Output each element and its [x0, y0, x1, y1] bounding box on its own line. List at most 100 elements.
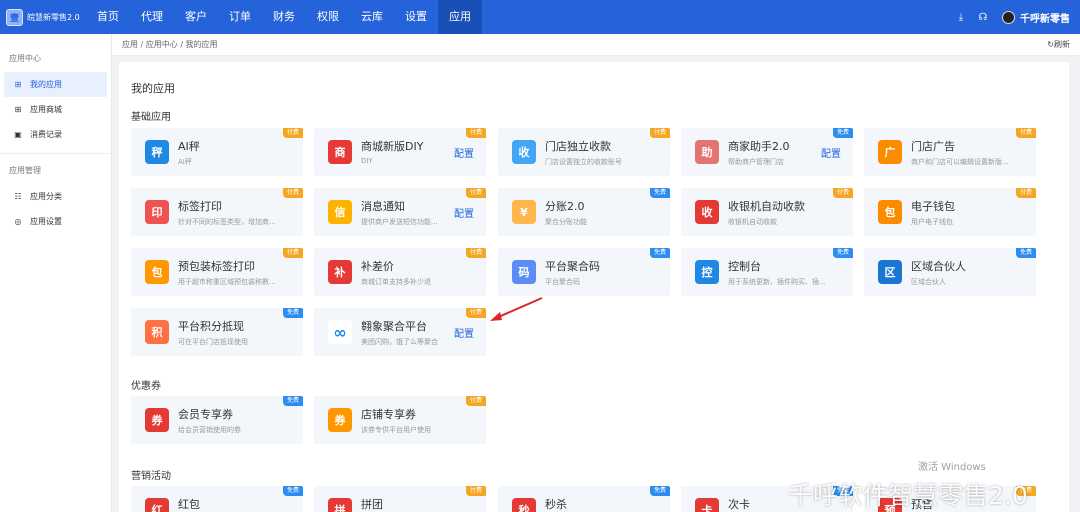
app-card[interactable]: 积平台积分抵现 可在平台门店抵现使用 免费 — [131, 308, 303, 356]
free-badge: 免费 — [1015, 248, 1036, 258]
app-card[interactable]: 拼拼团 付费 — [314, 486, 486, 512]
app-name: 翱象聚合平台 — [361, 320, 427, 333]
paid-badge: 付费 — [465, 396, 486, 406]
app-icon: 积 — [145, 320, 169, 344]
app-card[interactable]: 助商家助手2.0 帮助商户管理门店 配置 免费 — [681, 128, 853, 176]
app-card[interactable]: 秤 AI秤 AI秤 付费 — [131, 128, 303, 176]
app-card[interactable]: 印标签打印 针对不同的标签类型，增加商... 付费 — [131, 188, 303, 236]
watermark: 千呼软件智慧零售2.0 — [788, 481, 1028, 510]
app-name: 秒杀 — [545, 498, 567, 511]
app-name: 收银机自动收款 — [728, 200, 805, 213]
nav-item[interactable]: 应用 — [438, 0, 482, 34]
app-name: 平台聚合码 — [545, 260, 600, 273]
app-description: 聚合分账功能 — [545, 218, 587, 226]
sidebar-item-label: 应用商城 — [30, 105, 62, 114]
app-card[interactable]: 补补差价 商城订单支持多补少退 付费 — [314, 248, 486, 296]
app-description: 用于超市称重区域预包装称數... — [178, 278, 276, 286]
nav-item[interactable]: 设置 — [394, 0, 438, 34]
app-description: 收银机自动收款 — [728, 218, 777, 226]
free-badge: 免费 — [282, 308, 303, 318]
app-card[interactable]: 控控制台 用于系统更新、插件购买、插... 免费 — [681, 248, 853, 296]
app-icon: 补 — [328, 260, 352, 284]
section-marketing: 营销活动 — [131, 471, 171, 482]
app-card[interactable]: 区区域合伙人 区域合伙人 免费 — [864, 248, 1036, 296]
app-name: 红包 — [178, 498, 200, 511]
paid-badge: 付费 — [465, 128, 486, 138]
app-name: 拼团 — [361, 498, 383, 511]
app-card[interactable]: 红红包 免费 — [131, 486, 303, 512]
config-link[interactable]: 配置 — [454, 145, 474, 160]
grid-icon: ⊞ — [14, 80, 22, 89]
avatar[interactable] — [1002, 10, 1015, 24]
app-card[interactable]: 收门店独立收款 门店设置独立的收款账号 付费 — [498, 128, 670, 176]
app-icon: ¥ — [512, 200, 536, 224]
app-card[interactable]: 广门店广告 商户和门店可以编辑设置新版... 付费 — [864, 128, 1036, 176]
headset-icon[interactable]: ☊ — [972, 12, 994, 23]
download-icon[interactable]: ⤓ — [950, 12, 972, 23]
app-name: 分账2.0 — [545, 200, 585, 213]
app-card[interactable]: 商商城新版DIY DIY 配置 付费 — [314, 128, 486, 176]
app-card[interactable]: 码平台聚合码 平台聚合码 免费 — [498, 248, 670, 296]
config-link[interactable]: 配置 — [821, 145, 841, 160]
app-name: 补差价 — [361, 260, 394, 273]
top-nav: 壹 皖慧新零售2.0 首页 代理 客户 订单 财务 权限 云库 设置 应用 ⤓ ☊ 千呼新零售 — [0, 0, 1080, 34]
app-card[interactable]: 秒秒杀 免费 — [498, 486, 670, 512]
app-icon: 商 — [328, 140, 352, 164]
app-card[interactable]: 包电子钱包 用户电子钱包 付费 — [864, 188, 1036, 236]
app-card[interactable]: ¥ 分账2.0 聚合分账功能 免费 — [498, 188, 670, 236]
app-name: AI秤 — [178, 140, 200, 153]
sidebar-item-label: 我的应用 — [30, 80, 62, 89]
app-icon: 助 — [695, 140, 719, 164]
app-card[interactable]: 信消息通知 提供商户发送短信功能... 配置 付费 — [314, 188, 486, 236]
sidebar-divider — [0, 153, 111, 154]
refresh-button[interactable]: ↻刷新 — [1047, 39, 1070, 50]
config-link[interactable]: 配置 — [454, 325, 474, 340]
app-name: 商城新版DIY — [361, 140, 424, 153]
user-name[interactable]: 千呼新零售 — [1020, 10, 1070, 25]
section-basic-apps: 基础应用 — [131, 112, 171, 123]
sidebar-item[interactable]: ◎ 应用设置 — [4, 209, 107, 234]
app-name: 控制台 — [728, 260, 761, 273]
receipt-icon: ▣ — [14, 130, 22, 139]
sidebar-item[interactable]: ☷ 应用分类 — [4, 184, 107, 209]
logo-text: 皖慧新零售2.0 — [27, 12, 80, 22]
nav-item[interactable]: 首页 — [86, 0, 130, 34]
free-badge: 免费 — [832, 128, 853, 138]
nav-item[interactable]: 代理 — [130, 0, 174, 34]
free-badge: 免费 — [649, 188, 670, 198]
free-badge: 免费 — [282, 486, 303, 496]
nav-item[interactable]: 财务 — [262, 0, 306, 34]
app-description: 该券专供平台用户使用 — [361, 426, 431, 434]
sidebar-group-app-manage: 应用管理 — [9, 166, 41, 175]
app-icon: 券 — [328, 408, 352, 432]
app-name: 标签打印 — [178, 200, 222, 213]
config-link[interactable]: 配置 — [454, 205, 474, 220]
app-icon: 印 — [145, 200, 169, 224]
sidebar-item[interactable]: ⊞ 我的应用 — [4, 72, 107, 97]
app-card[interactable]: 券会员专享券 给会员营销使用的券 免费 — [131, 396, 303, 444]
app-description: 门店设置独立的收款账号 — [545, 158, 622, 166]
app-name: 消息通知 — [361, 200, 405, 213]
activate-windows-text: 激活 Windows — [918, 462, 986, 473]
sidebar-item-label: 应用分类 — [30, 192, 62, 201]
nav-item[interactable]: 订单 — [218, 0, 262, 34]
sidebar-item[interactable]: ▣ 消费记录 — [4, 122, 107, 147]
nav-item[interactable]: 云库 — [350, 0, 394, 34]
paid-badge: 付费 — [1015, 188, 1036, 198]
breadcrumb: 应用 / 应用中心 / 我的应用 — [122, 40, 218, 49]
free-badge: 免费 — [832, 248, 853, 258]
app-icon: 广 — [878, 140, 902, 164]
nav-item[interactable]: 权限 — [306, 0, 350, 34]
nav-item[interactable]: 客户 — [174, 0, 218, 34]
app-description: 可在平台门店抵现使用 — [178, 338, 248, 346]
free-badge: 免费 — [649, 248, 670, 258]
app-description: 用于系统更新、插件购买、插... — [728, 278, 826, 286]
sidebar-item[interactable]: ⊞ 应用商城 — [4, 97, 107, 122]
paid-badge: 付费 — [465, 188, 486, 198]
app-card[interactable]: 收收银机自动收款 收银机自动收款 付费 — [681, 188, 853, 236]
app-card[interactable]: ∞ 翱象聚合平台 美团闪购，饿了么等聚合 配置 付费 — [314, 308, 486, 356]
app-name: 店铺专享券 — [361, 408, 416, 421]
app-card[interactable]: 券店铺专享券该券专供平台用户使用 付费 — [314, 396, 486, 444]
logo[interactable]: 壹 皖慧新零售2.0 — [0, 8, 86, 26]
app-card[interactable]: 包预包装标签打印 用于超市称重区域预包装称數... 付费 — [131, 248, 303, 296]
